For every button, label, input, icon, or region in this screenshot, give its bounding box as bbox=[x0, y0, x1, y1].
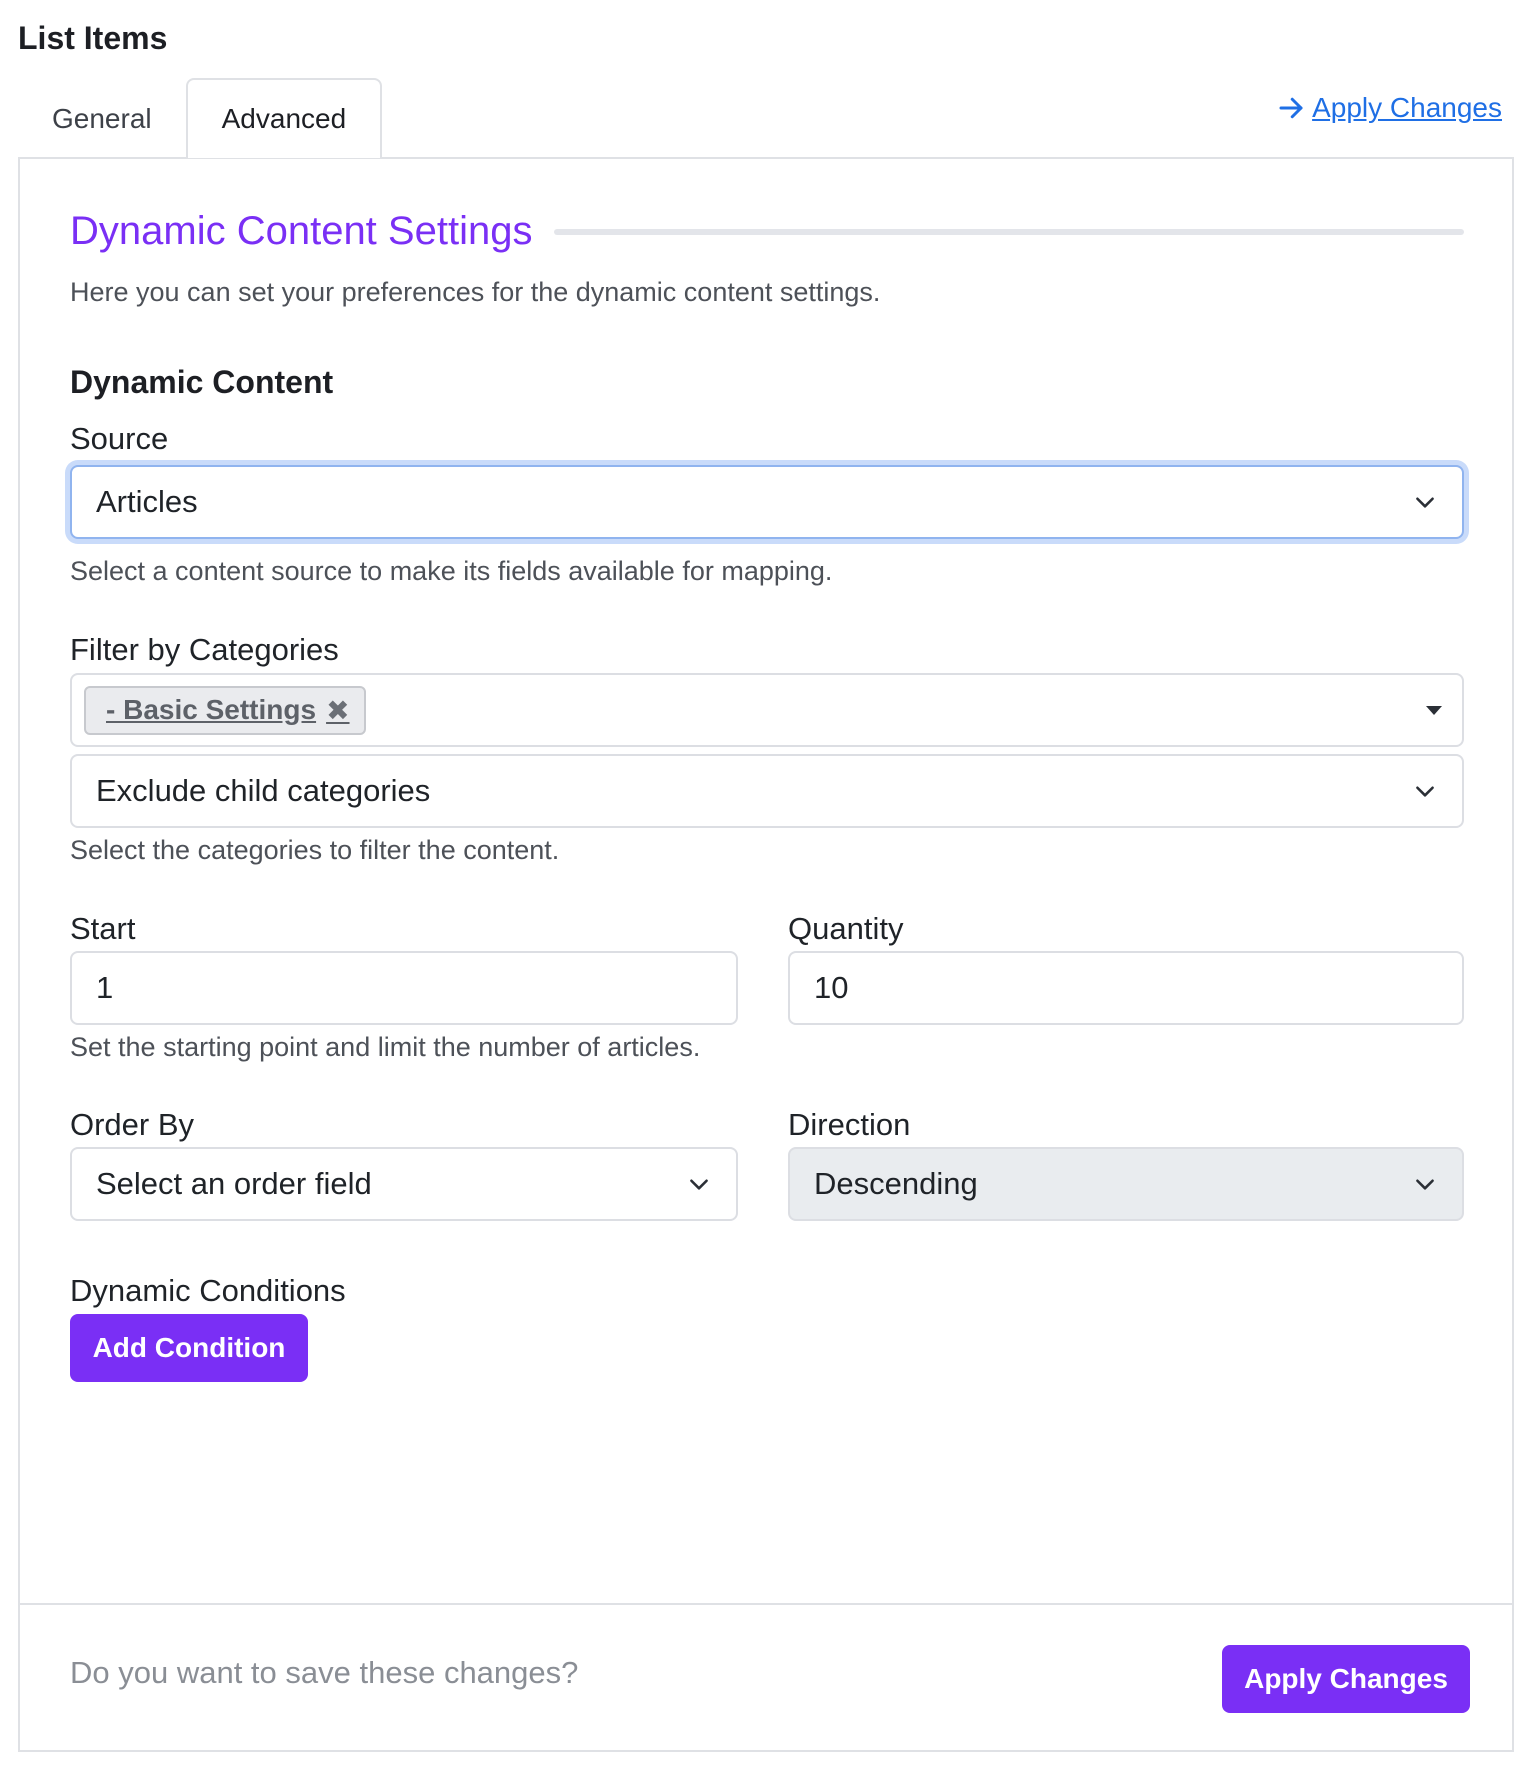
range-help: Set the starting point and limit the num… bbox=[70, 1032, 701, 1062]
settings-panel: Dynamic Content Settings Here you can se… bbox=[18, 157, 1514, 1752]
source-help: Select a content source to make its fiel… bbox=[70, 556, 833, 586]
tab-advanced[interactable]: Advanced bbox=[185, 78, 383, 158]
source-label: Source bbox=[70, 421, 169, 456]
remove-tag-icon[interactable]: ✖ bbox=[326, 694, 349, 727]
dynamic-content-heading: Dynamic Content bbox=[70, 364, 334, 400]
quantity-input-value: 10 bbox=[814, 970, 849, 1005]
chevron-down-icon bbox=[690, 1179, 708, 1190]
source-select-value: Articles bbox=[96, 484, 198, 519]
chevron-down-icon bbox=[1416, 786, 1434, 797]
order-by-select[interactable]: Select an order field bbox=[70, 1147, 738, 1221]
apply-changes-link[interactable]: Apply Changes bbox=[1276, 92, 1502, 124]
start-label: Start bbox=[70, 911, 136, 946]
direction-value: Descending bbox=[814, 1166, 978, 1201]
direction-label: Direction bbox=[788, 1107, 911, 1142]
tab-bar: General Advanced bbox=[18, 78, 383, 158]
save-question: Do you want to save these changes? bbox=[70, 1655, 579, 1690]
categories-multiselect[interactable]: - Basic Settings ✖ bbox=[70, 673, 1464, 747]
apply-changes-button[interactable]: Apply Changes bbox=[1222, 1645, 1470, 1713]
panel-footer: Do you want to save these changes? Apply… bbox=[20, 1603, 1512, 1750]
section-title: Dynamic Content Settings bbox=[70, 209, 533, 253]
caret-down-icon[interactable] bbox=[1426, 705, 1442, 715]
apply-changes-link-label[interactable]: Apply Changes bbox=[1312, 92, 1502, 124]
source-select[interactable]: Articles bbox=[70, 465, 1464, 539]
order-by-label: Order By bbox=[70, 1107, 195, 1142]
child-categories-value: Exclude child categories bbox=[96, 773, 431, 808]
section-divider bbox=[554, 228, 1464, 235]
quantity-label: Quantity bbox=[788, 911, 904, 946]
page-title: List Items bbox=[18, 20, 168, 56]
category-tag: - Basic Settings ✖ bbox=[84, 685, 366, 735]
tab-general[interactable]: General bbox=[18, 80, 186, 158]
quantity-input[interactable]: 10 bbox=[788, 951, 1464, 1025]
chevron-down-icon bbox=[1416, 1179, 1434, 1190]
child-categories-select[interactable]: Exclude child categories bbox=[70, 754, 1464, 828]
start-input[interactable]: 1 bbox=[70, 951, 738, 1025]
add-condition-button[interactable]: Add Condition bbox=[70, 1314, 308, 1382]
section-description: Here you can set your preferences for th… bbox=[70, 277, 881, 307]
start-input-value: 1 bbox=[96, 970, 114, 1005]
categories-label: Filter by Categories bbox=[70, 632, 339, 667]
section-header: Dynamic Content Settings bbox=[70, 209, 1464, 254]
order-by-value: Select an order field bbox=[96, 1166, 372, 1201]
categories-help: Select the categories to filter the cont… bbox=[70, 835, 560, 865]
dynamic-conditions-label: Dynamic Conditions bbox=[70, 1273, 346, 1308]
arrow-right-icon bbox=[1279, 97, 1303, 119]
category-tag-label: - Basic Settings bbox=[106, 694, 317, 725]
direction-select[interactable]: Descending bbox=[788, 1147, 1464, 1221]
chevron-down-icon bbox=[1416, 497, 1434, 508]
